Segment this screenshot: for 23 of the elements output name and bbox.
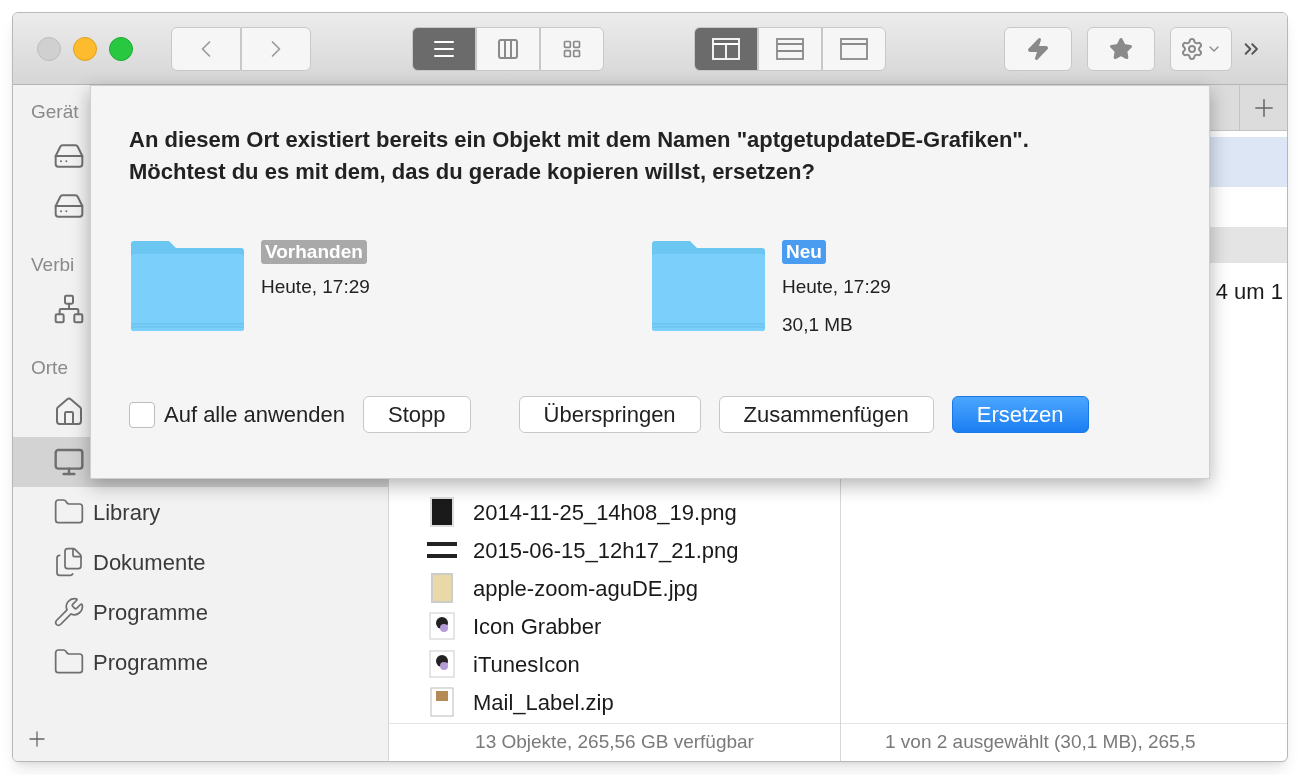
status-text: 13 Objekte, 265,56 GB verfügbar [389, 723, 840, 761]
file-name: Mail_Label.zip [473, 688, 614, 717]
file-name: apple-zoom-aguDE.jpg [473, 574, 699, 603]
file-name: 2014-11-25_14h08_19.png [473, 498, 737, 527]
sidebar-label: Library [93, 498, 161, 527]
sidebar-heading: Verbi [31, 252, 75, 277]
sidebar-heading: Gerät [31, 99, 79, 124]
file-name: iTunesIcon [473, 650, 580, 679]
sidebar-label: Dokumente [93, 548, 206, 577]
file-name: Icon Grabber [473, 612, 602, 641]
info-text: 4 um 1 [1215, 278, 1283, 306]
sidebar-heading: Orte [31, 355, 68, 380]
file-detail: Heute, 17:29 [261, 275, 370, 299]
file-name: 2015-06-15_12h17_21.png [473, 536, 739, 565]
sidebar-label: Programme [93, 648, 208, 677]
checkbox-label: Auf alle anwenden [164, 401, 346, 429]
file-detail: 30,1 MB [782, 312, 853, 337]
version-badge: Vorhanden [261, 240, 367, 264]
sidebar-label: Programme [93, 598, 208, 627]
file-detail: Heute, 17:29 [782, 275, 891, 299]
version-badge: Neu [782, 240, 826, 264]
status-text: 1 von 2 ausgewählt (30,1 MB), 265,5 [841, 723, 1287, 761]
dialog-message: An diesem Ort existiert bereits ein Objekt mit dem Namen "aptgetupdateDE-Grafiken". Möchtest du es mit dem, das du gerade kopieren willst, ersetzen? [129, 126, 1030, 186]
